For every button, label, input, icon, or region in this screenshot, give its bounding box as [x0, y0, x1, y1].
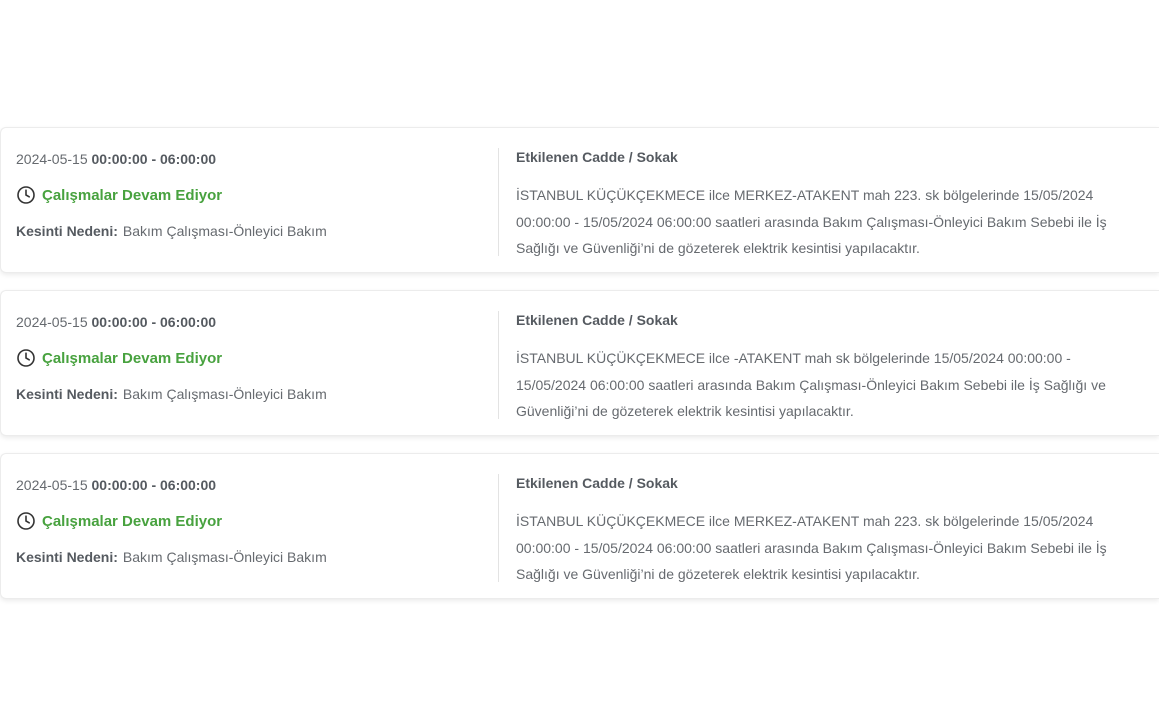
outage-details: Etkilenen Cadde / Sokak İSTANBUL KÜÇÜKÇE… [516, 147, 1131, 262]
affected-streets-heading: Etkilenen Cadde / Sokak [516, 475, 678, 491]
outage-card: 2024-05-15 00:00:00 - 06:00:00 Çalışmala… [0, 290, 1159, 436]
clock-icon [16, 348, 36, 368]
outage-reason-value: Bakım Çalışması-Önleyici Bakım [122, 549, 327, 565]
outage-summary: 2024-05-15 00:00:00 - 06:00:00 Çalışmala… [16, 476, 486, 567]
outage-reason-label: Kesinti Nedeni: [16, 223, 118, 239]
outage-status: Çalışmalar Devam Ediyor [16, 511, 486, 531]
outage-datetime: 2024-05-15 00:00:00 - 06:00:00 [16, 476, 486, 494]
clock-icon [16, 511, 36, 531]
affected-streets-heading: Etkilenen Cadde / Sokak [516, 149, 678, 165]
outage-status-label: Çalışmalar Devam Ediyor [42, 349, 223, 367]
outage-status-label: Çalışmalar Devam Ediyor [42, 512, 223, 530]
outage-datetime: 2024-05-15 00:00:00 - 06:00:00 [16, 313, 486, 331]
card-divider [498, 148, 499, 256]
outage-reason: Kesinti Nedeni: Bakım Çalışması-Önleyici … [16, 221, 486, 241]
outage-time-range: 00:00:00 - 06:00:00 [91, 314, 217, 330]
outage-date: 2024-05-15 [16, 477, 88, 493]
outage-description: İSTANBUL KÜÇÜKÇEKMECE ilce MERKEZ-ATAKEN… [516, 513, 1107, 582]
outage-summary: 2024-05-15 00:00:00 - 06:00:00 Çalışmala… [16, 150, 486, 241]
outage-list: 2024-05-15 00:00:00 - 06:00:00 Çalışmala… [0, 127, 1159, 616]
outage-card: 2024-05-15 00:00:00 - 06:00:00 Çalışmala… [0, 453, 1159, 599]
card-divider [498, 311, 499, 419]
outage-summary: 2024-05-15 00:00:00 - 06:00:00 Çalışmala… [16, 313, 486, 404]
outage-reason-label: Kesinti Nedeni: [16, 386, 118, 402]
outage-details: Etkilenen Cadde / Sokak İSTANBUL KÜÇÜKÇE… [516, 310, 1131, 425]
outage-reason: Kesinti Nedeni: Bakım Çalışması-Önleyici … [16, 547, 486, 567]
outage-time-range: 00:00:00 - 06:00:00 [91, 477, 217, 493]
outage-status: Çalışmalar Devam Ediyor [16, 348, 486, 368]
card-divider [498, 474, 499, 582]
outage-status-label: Çalışmalar Devam Ediyor [42, 186, 223, 204]
outage-status: Çalışmalar Devam Ediyor [16, 185, 486, 205]
outage-reason: Kesinti Nedeni: Bakım Çalışması-Önleyici … [16, 384, 486, 404]
outage-date: 2024-05-15 [16, 151, 88, 167]
outage-description: İSTANBUL KÜÇÜKÇEKMECE ilce MERKEZ-ATAKEN… [516, 187, 1107, 256]
outage-reason-label: Kesinti Nedeni: [16, 549, 118, 565]
affected-streets-heading: Etkilenen Cadde / Sokak [516, 312, 678, 328]
outage-card: 2024-05-15 00:00:00 - 06:00:00 Çalışmala… [0, 127, 1159, 273]
clock-icon [16, 185, 36, 205]
outage-time-range: 00:00:00 - 06:00:00 [91, 151, 217, 167]
outage-details: Etkilenen Cadde / Sokak İSTANBUL KÜÇÜKÇE… [516, 473, 1131, 588]
outage-datetime: 2024-05-15 00:00:00 - 06:00:00 [16, 150, 486, 168]
outage-reason-value: Bakım Çalışması-Önleyici Bakım [122, 223, 327, 239]
outage-reason-value: Bakım Çalışması-Önleyici Bakım [122, 386, 327, 402]
outage-date: 2024-05-15 [16, 314, 88, 330]
outage-description: İSTANBUL KÜÇÜKÇEKMECE ilce -ATAKENT mah … [516, 350, 1106, 419]
